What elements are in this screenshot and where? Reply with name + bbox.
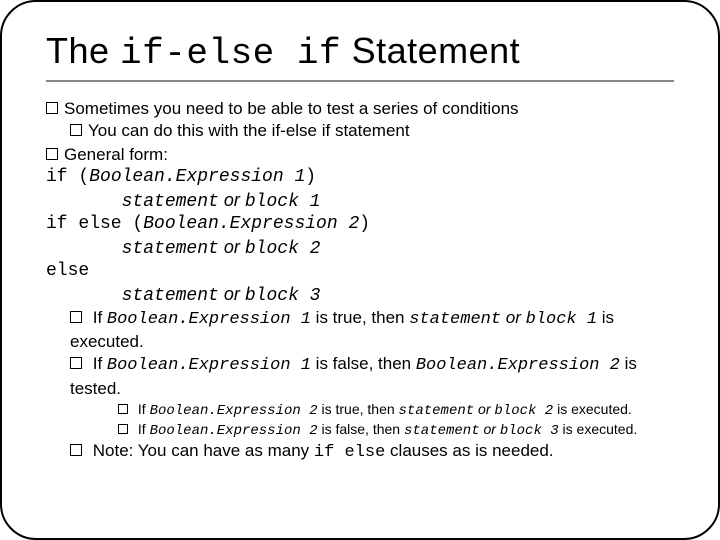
or: or xyxy=(480,421,500,437)
text: is executed. xyxy=(553,401,632,417)
or: or xyxy=(474,401,494,417)
text: General form: xyxy=(64,145,168,164)
stmt: statement xyxy=(409,310,501,329)
expr: Boolean.Expression 1 xyxy=(107,310,311,329)
text: If xyxy=(93,308,107,327)
expr: Boolean.Expression 2 xyxy=(150,403,318,419)
text: is executed. xyxy=(559,421,638,437)
text: If xyxy=(138,421,150,437)
title-post: Statement xyxy=(341,30,520,71)
blk: block 3 xyxy=(500,423,559,439)
bullet-if-false: If Boolean.Expression 1 is false, then B… xyxy=(70,353,674,399)
text: is true, then xyxy=(311,308,409,327)
kw: if ( xyxy=(46,167,89,187)
title-pre: The xyxy=(46,30,120,71)
text: is false, then xyxy=(318,421,404,437)
or: or xyxy=(219,284,245,304)
kw: else xyxy=(46,261,89,281)
indent xyxy=(46,286,122,306)
body: Sometimes you need to be able to test a … xyxy=(46,98,674,464)
stmt: statement xyxy=(122,192,219,212)
indent xyxy=(46,192,122,212)
code: if else xyxy=(314,443,385,462)
bullet-general-form: General form: xyxy=(46,144,674,166)
expr: Boolean.Expression 2 xyxy=(143,214,359,234)
text: clauses as is needed. xyxy=(385,441,553,460)
text: Sometimes you need to be able to test a … xyxy=(64,99,519,118)
text: is true, then xyxy=(318,401,399,417)
blk: block 3 xyxy=(245,286,321,306)
or: or xyxy=(501,308,526,327)
expr: Boolean.Expression 2 xyxy=(416,356,620,375)
text: is false, then xyxy=(311,354,416,373)
paren: ) xyxy=(359,214,370,234)
blk: block 2 xyxy=(494,403,553,419)
expr: Boolean.Expression 1 xyxy=(107,356,311,375)
expr: Boolean.Expression 2 xyxy=(150,423,318,439)
expr: Boolean.Expression 1 xyxy=(89,167,305,187)
blk: block 1 xyxy=(245,192,321,212)
blk: block 1 xyxy=(526,310,597,329)
bullet-nested-true: If Boolean.Expression 2 is true, then st… xyxy=(118,400,674,420)
stmt: statement xyxy=(399,403,475,419)
bullet-if-true: If Boolean.Expression 1 is true, then st… xyxy=(70,307,674,353)
bullet-series-conditions: Sometimes you need to be able to test a … xyxy=(46,98,674,120)
text: You can do this with the if-else if stat… xyxy=(88,121,410,140)
indent xyxy=(46,239,122,259)
bullet-note: Note: You can have as many if else claus… xyxy=(70,440,674,464)
or: or xyxy=(219,190,245,210)
kw: if else ( xyxy=(46,214,143,234)
page-title: The if-else if Statement xyxy=(46,30,674,82)
stmt: statement xyxy=(404,423,480,439)
title-code: if-else if xyxy=(120,33,341,74)
text: If xyxy=(138,401,150,417)
blk: block 2 xyxy=(245,239,321,259)
bullet-nested-false: If Boolean.Expression 2 is false, then s… xyxy=(118,420,674,440)
text: Note: You can have as many xyxy=(93,441,314,460)
or: or xyxy=(219,237,245,257)
text: If xyxy=(93,354,107,373)
paren: ) xyxy=(305,167,316,187)
stmt: statement xyxy=(122,286,219,306)
bullet-can-do-with: You can do this with the if-else if stat… xyxy=(70,120,674,142)
code-block: if (Boolean.Expression 1) statement or b… xyxy=(46,166,674,307)
slide: The if-else if Statement Sometimes you n… xyxy=(0,0,720,540)
stmt: statement xyxy=(122,239,219,259)
